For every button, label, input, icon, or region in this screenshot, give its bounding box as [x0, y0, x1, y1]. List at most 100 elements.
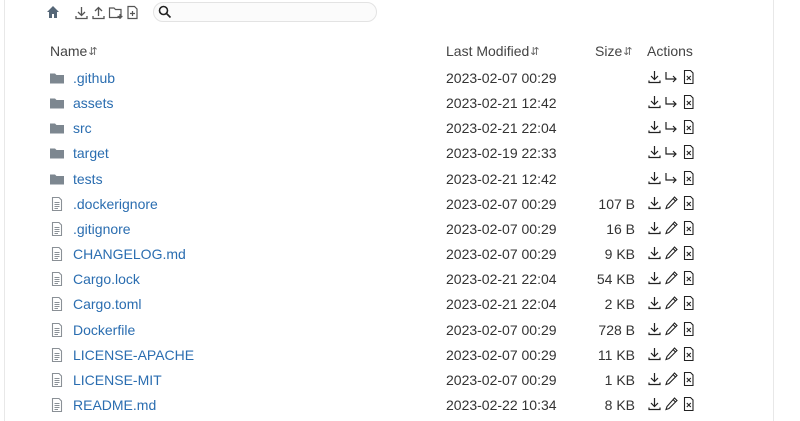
- download-icon[interactable]: [647, 94, 662, 110]
- new-folder-icon[interactable]: [107, 3, 124, 21]
- modified-date: 2023-02-21 22:04: [446, 120, 557, 137]
- search-input[interactable]: [176, 4, 372, 22]
- search-box: [153, 2, 377, 22]
- delete-icon[interactable]: [681, 69, 696, 85]
- file-icon: [49, 271, 65, 287]
- column-header-actions: Actions: [647, 42, 693, 60]
- move-icon[interactable]: [664, 170, 679, 186]
- download-icon[interactable]: [647, 396, 662, 412]
- edit-icon[interactable]: [664, 346, 679, 362]
- delete-icon[interactable]: [681, 220, 696, 236]
- download-icon[interactable]: [647, 270, 662, 286]
- delete-icon[interactable]: [681, 245, 696, 261]
- file-row: README.md 2023-02-22 10:34 8 KB: [5, 393, 773, 418]
- folder-icon: [49, 120, 65, 136]
- delete-icon[interactable]: [681, 144, 696, 160]
- move-icon[interactable]: [664, 144, 679, 160]
- delete-icon[interactable]: [681, 94, 696, 110]
- edit-icon[interactable]: [664, 321, 679, 337]
- toolbar: [45, 3, 141, 21]
- delete-icon[interactable]: [681, 371, 696, 387]
- file-size: 9 KB: [604, 246, 635, 263]
- download-icon[interactable]: [647, 346, 662, 362]
- sort-icon: ⇵: [88, 45, 97, 58]
- file-size: 107 B: [598, 195, 635, 212]
- file-name-link[interactable]: Dockerfile: [73, 321, 135, 339]
- folder-icon: [49, 145, 65, 161]
- move-icon[interactable]: [664, 94, 679, 110]
- modified-date: 2023-02-07 00:29: [446, 371, 557, 388]
- column-header-modified[interactable]: Last Modified ⇵: [446, 42, 540, 60]
- column-header-size-label: Size: [595, 43, 623, 59]
- column-header-name[interactable]: Name ⇵: [50, 42, 98, 60]
- file-icon: [49, 246, 65, 262]
- download-icon[interactable]: [647, 69, 662, 85]
- file-name-link[interactable]: LICENSE-APACHE: [73, 346, 194, 364]
- modified-date: 2023-02-22 10:34: [446, 396, 557, 413]
- delete-icon[interactable]: [681, 195, 696, 211]
- download-icon[interactable]: [647, 195, 662, 211]
- download-icon[interactable]: [647, 220, 662, 236]
- delete-icon[interactable]: [681, 295, 696, 311]
- row-actions: [647, 119, 696, 135]
- search-icon: [158, 5, 172, 24]
- file-icon: [49, 397, 65, 413]
- folder-row: assets 2023-02-21 12:42: [5, 91, 773, 116]
- edit-icon[interactable]: [664, 270, 679, 286]
- file-row: .gitignore 2023-02-07 00:29 16 B: [5, 217, 773, 242]
- file-name-link[interactable]: src: [73, 119, 92, 137]
- download-icon[interactable]: [647, 144, 662, 160]
- row-actions: [647, 170, 696, 186]
- delete-icon[interactable]: [681, 321, 696, 337]
- edit-icon[interactable]: [664, 220, 679, 236]
- modified-date: 2023-02-07 00:29: [446, 346, 557, 363]
- folder-icon: [49, 171, 65, 187]
- download-icon[interactable]: [647, 245, 662, 261]
- row-actions: [647, 94, 696, 110]
- file-browser: Name ⇵ Last Modified ⇵ Size ⇵ Actions .gith…: [4, 0, 774, 421]
- file-size: 54 KB: [596, 271, 635, 288]
- home-icon[interactable]: [45, 3, 61, 21]
- file-name-link[interactable]: Cargo.lock: [73, 270, 140, 288]
- new-file-icon[interactable]: [124, 3, 141, 21]
- file-name-link[interactable]: Cargo.toml: [73, 295, 141, 313]
- file-name-link[interactable]: LICENSE-MIT: [73, 371, 162, 389]
- file-name-link[interactable]: .gitignore: [73, 220, 131, 238]
- edit-icon[interactable]: [664, 371, 679, 387]
- file-row: CHANGELOG.md 2023-02-07 00:29 9 KB: [5, 242, 773, 267]
- move-icon[interactable]: [664, 69, 679, 85]
- download-icon[interactable]: [647, 119, 662, 135]
- upload-icon[interactable]: [90, 3, 107, 21]
- file-name-link[interactable]: .github: [73, 69, 115, 87]
- file-name-link[interactable]: assets: [73, 94, 113, 112]
- file-row: LICENSE-APACHE 2023-02-07 00:29 11 KB: [5, 343, 773, 368]
- row-actions: [647, 270, 696, 286]
- download-icon[interactable]: [647, 295, 662, 311]
- sort-icon: ⇵: [623, 45, 632, 58]
- delete-icon[interactable]: [681, 170, 696, 186]
- column-header-size[interactable]: Size ⇵: [595, 42, 633, 60]
- modified-date: 2023-02-07 00:29: [446, 220, 557, 237]
- delete-icon[interactable]: [681, 119, 696, 135]
- file-icon: [49, 221, 65, 237]
- folder-row: target 2023-02-19 22:33: [5, 141, 773, 166]
- download-icon[interactable]: [73, 3, 90, 21]
- file-name-link[interactable]: tests: [73, 170, 103, 188]
- file-name-link[interactable]: README.md: [73, 396, 156, 414]
- file-icon: [49, 196, 65, 212]
- file-name-link[interactable]: .dockerignore: [73, 195, 158, 213]
- edit-icon[interactable]: [664, 245, 679, 261]
- download-icon[interactable]: [647, 321, 662, 337]
- edit-icon[interactable]: [664, 295, 679, 311]
- delete-icon[interactable]: [681, 346, 696, 362]
- file-name-link[interactable]: target: [73, 144, 109, 162]
- edit-icon[interactable]: [664, 396, 679, 412]
- file-icon: [49, 372, 65, 388]
- edit-icon[interactable]: [664, 195, 679, 211]
- file-name-link[interactable]: CHANGELOG.md: [73, 245, 186, 263]
- move-icon[interactable]: [664, 119, 679, 135]
- download-icon[interactable]: [647, 170, 662, 186]
- delete-icon[interactable]: [681, 270, 696, 286]
- delete-icon[interactable]: [681, 396, 696, 412]
- download-icon[interactable]: [647, 371, 662, 387]
